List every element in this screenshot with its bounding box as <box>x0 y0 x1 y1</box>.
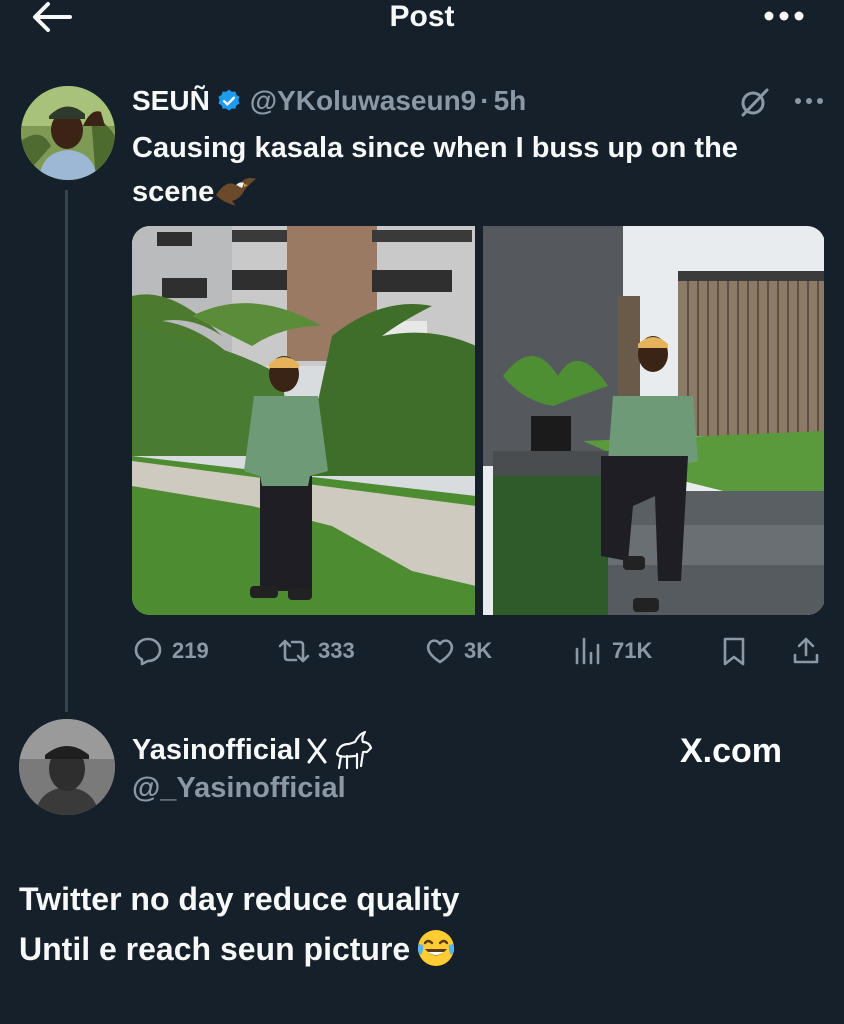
reply-author-handle[interactable]: @_Yasinofficial <box>132 772 346 805</box>
reply-icon <box>134 637 162 666</box>
views-button[interactable]: 71K <box>572 633 652 669</box>
action-bar: 219 333 3K 71K <box>132 633 826 669</box>
photo-2[interactable] <box>482 226 826 615</box>
views-count: 71K <box>612 638 653 663</box>
author-avatar[interactable] <box>21 86 115 180</box>
tweet-text: Causing kasala since when I buss up on t… <box>132 126 822 214</box>
repost-icon <box>278 639 310 663</box>
bookmark-button[interactable] <box>718 633 750 669</box>
reply-line-2-row: Until e reach seun picture <box>19 924 819 974</box>
like-count: 3K <box>464 638 493 663</box>
tweet-header: SEUÑ @YKoluwaseun9 · 5h <box>132 84 526 118</box>
grok-icon[interactable] <box>738 86 770 118</box>
reply-author-name[interactable]: Yasinofficial <box>132 734 301 767</box>
author-name[interactable]: SEUÑ <box>132 85 210 117</box>
separator-dot: · <box>480 85 490 116</box>
eagle-emoji-icon <box>216 178 257 206</box>
reply-line-1: Twitter no day reduce quality <box>19 881 460 917</box>
reply-text: Twitter no day reduce quality Until e re… <box>19 874 819 974</box>
like-icon <box>426 639 454 664</box>
x-com-watermark: X.com <box>680 732 783 770</box>
repost-count: 333 <box>318 638 355 663</box>
reply-count: 219 <box>172 638 209 663</box>
reply-line-2: Until e reach seun picture <box>19 931 411 967</box>
author-handle[interactable]: @YKoluwaseun9 <box>250 85 476 117</box>
repost-button[interactable]: 333 <box>278 633 355 669</box>
tweet-more-icon[interactable] <box>794 97 824 105</box>
share-icon <box>793 637 819 664</box>
more-icon[interactable] <box>762 6 806 26</box>
tweet-media[interactable] <box>132 226 825 615</box>
reply-header: Yasinofficial <box>132 730 381 770</box>
page-title: Post <box>389 0 455 33</box>
photo-1[interactable] <box>132 226 475 615</box>
reply-button[interactable]: 219 <box>132 633 209 669</box>
bookmark-icon <box>723 637 745 666</box>
post-time[interactable]: 5h <box>494 85 527 117</box>
reply-author-avatar[interactable] <box>19 719 115 815</box>
verified-icon <box>218 89 240 111</box>
thread-line <box>65 190 68 712</box>
views-icon <box>575 637 600 665</box>
laughing-emoji-icon <box>418 930 455 966</box>
like-button[interactable]: 3K <box>424 633 492 669</box>
top-bar: Post <box>0 0 844 40</box>
goat-emoji-icon <box>307 730 373 770</box>
share-button[interactable] <box>790 633 822 669</box>
